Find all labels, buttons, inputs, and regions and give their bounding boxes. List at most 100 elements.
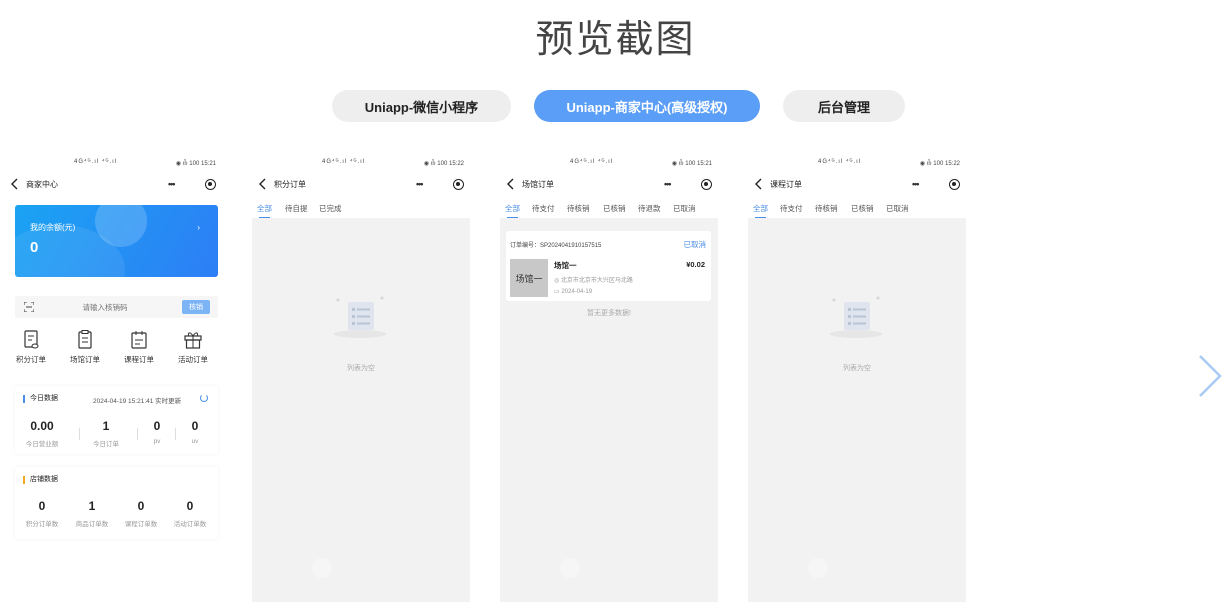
stat-today-orders: 1 今日订单 bbox=[93, 419, 119, 448]
carousel-next-button[interactable] bbox=[1196, 352, 1224, 400]
close-miniprogram-icon[interactable] bbox=[453, 179, 464, 190]
tab-verified[interactable]: 已核销 bbox=[603, 203, 626, 214]
nav-title: 商家中心 bbox=[26, 180, 58, 189]
more-icon[interactable]: ••• bbox=[664, 179, 672, 189]
stat-goods-orders: 1 商品订单数 bbox=[75, 499, 109, 528]
order-status-tabs: 全部 待支付 待核销 已核销 已取消 bbox=[748, 198, 966, 218]
tab-cancelled[interactable]: 已取消 bbox=[673, 203, 696, 214]
signal-icon: 4G⁴ᴳ.ıl ⁴ᴳ.ıl bbox=[322, 159, 366, 165]
nav-title: 积分订单 bbox=[274, 180, 306, 189]
order-number: 订单编号：SP2024041910157515 bbox=[510, 243, 602, 249]
status-right: ◉ ıÎı 100 15:21 bbox=[176, 160, 216, 167]
status-bar: 4G⁴ᴳ.ıl ⁴ᴳ.ıl ◉ ıÎı 100 15:22 bbox=[748, 156, 966, 172]
tab-cancelled[interactable]: 已取消 bbox=[886, 203, 909, 214]
status-time: 15:22 bbox=[448, 161, 464, 167]
today-timestamp: 2024-04-19 15:21:41 实时更新 bbox=[93, 398, 182, 405]
status-right: ◉ ıÎı 100 15:22 bbox=[424, 160, 464, 167]
stat-pv: 0 pv bbox=[153, 419, 161, 445]
tab-completed[interactable]: 已完成 bbox=[319, 203, 342, 214]
today-data-title: 今日数据 bbox=[23, 395, 58, 403]
tab-pending-verify[interactable]: 待核销 bbox=[815, 203, 838, 214]
more-icon[interactable]: ••• bbox=[168, 179, 176, 189]
close-miniprogram-icon[interactable] bbox=[205, 179, 216, 190]
status-time: 15:21 bbox=[200, 161, 216, 167]
empty-list-icon bbox=[830, 296, 882, 338]
empty-list-icon bbox=[334, 296, 386, 338]
points-order-icon bbox=[24, 330, 39, 349]
order-card[interactable]: 订单编号：SP2024041910157515 已取消 场馆一 场馆一 ¥0.0… bbox=[506, 231, 711, 301]
nav-title: 课程订单 bbox=[770, 180, 802, 189]
phone-merchant-center: 4G⁴ᴳ.ıl ⁴ᴳ.ıl ◉ ıÎı 100 15:21 商家中心 ••• 我… bbox=[4, 156, 222, 602]
shortcut-course-orders[interactable]: 课程订单 bbox=[112, 330, 166, 365]
shop-data-card: 店铺数据 0 积分订单数 1 商品订单数 0 课程订单数 0 活动订单数 bbox=[15, 467, 218, 539]
capsule-menu: ••• bbox=[164, 177, 216, 193]
tab-pending-refund[interactable]: 待退款 bbox=[638, 203, 661, 214]
preview-tabs: Uniapp-微信小程序 Uniapp-商家中心(高级授权) 后台管理 bbox=[0, 90, 1231, 122]
back-icon[interactable] bbox=[754, 178, 764, 190]
stat-today-revenue: 0.00 今日营业额 bbox=[25, 419, 59, 448]
scan-icon[interactable] bbox=[24, 302, 34, 312]
order-status-tabs: 全部 待支付 待核销 已核销 待退款 已取消 bbox=[500, 198, 718, 218]
balance-amount: 0 bbox=[30, 239, 39, 256]
nav-bar: 场馆订单 ••• bbox=[500, 174, 718, 196]
tab-pending-verify[interactable]: 待核销 bbox=[567, 203, 590, 214]
tab-all[interactable]: 全部 bbox=[505, 203, 520, 218]
venue-address: ◎ 北京市北京市大兴区马北路 bbox=[554, 278, 633, 284]
empty-list-text: 列表为空 bbox=[843, 365, 871, 372]
back-icon[interactable] bbox=[258, 178, 268, 190]
back-icon[interactable] bbox=[506, 178, 516, 190]
page-title: 预览截图 bbox=[535, 19, 696, 61]
stat-course-orders: 0 课程订单数 bbox=[124, 499, 158, 528]
tab-merchant-center[interactable]: Uniapp-商家中心(高级授权) bbox=[534, 90, 760, 122]
tab-all[interactable]: 全部 bbox=[257, 203, 272, 218]
watermark-logo bbox=[808, 556, 928, 582]
venue-name: 场馆一 bbox=[554, 261, 577, 270]
status-time: 15:22 bbox=[944, 161, 960, 167]
more-icon[interactable]: ••• bbox=[912, 179, 920, 189]
tab-all[interactable]: 全部 bbox=[753, 203, 768, 218]
stat-points-orders: 0 积分订单数 bbox=[25, 499, 59, 528]
battery-icon: ◉ ıÎı 100 bbox=[919, 161, 944, 167]
nav-bar: 商家中心 ••• bbox=[4, 174, 222, 196]
verify-code-input[interactable] bbox=[55, 300, 155, 314]
stat-event-orders: 0 活动订单数 bbox=[173, 499, 207, 528]
capsule-menu: ••• bbox=[412, 177, 464, 193]
tab-pending-payment[interactable]: 待支付 bbox=[780, 203, 803, 214]
tab-admin[interactable]: 后台管理 bbox=[783, 90, 905, 122]
balance-card[interactable]: 我的余额(元) 0 › bbox=[15, 205, 218, 277]
phone-points-orders: 4G⁴ᴳ.ıl ⁴ᴳ.ıl ◉ ıÎı 100 15:22 积分订单 ••• 全… bbox=[252, 156, 470, 602]
shop-data-title: 店铺数据 bbox=[23, 476, 58, 484]
more-icon[interactable]: ••• bbox=[416, 179, 424, 189]
tab-pending-payment[interactable]: 待支付 bbox=[532, 203, 555, 214]
close-miniprogram-icon[interactable] bbox=[701, 179, 712, 190]
tab-wechat-miniprogram[interactable]: Uniapp-微信小程序 bbox=[332, 90, 511, 122]
back-icon[interactable] bbox=[10, 178, 20, 190]
shortcut-label: 场馆订单 bbox=[70, 355, 100, 364]
empty-list-text: 列表为空 bbox=[347, 365, 375, 372]
tab-verified[interactable]: 已核销 bbox=[851, 203, 874, 214]
shortcut-label: 课程订单 bbox=[124, 355, 154, 364]
stat-uv: 0 uv bbox=[191, 419, 199, 445]
watermark-logo bbox=[560, 556, 680, 582]
venue-order-icon bbox=[78, 330, 92, 349]
tab-pending-pickup[interactable]: 待自提 bbox=[285, 203, 308, 214]
capsule-menu: ••• bbox=[908, 177, 960, 193]
shortcut-event-orders[interactable]: 活动订单 bbox=[166, 330, 220, 365]
shortcut-label: 活动订单 bbox=[178, 355, 208, 364]
signal-icon: 4G⁴ᴳ.ıl ⁴ᴳ.ıl bbox=[818, 159, 862, 165]
chevron-right-icon bbox=[1199, 355, 1222, 397]
nav-bar: 积分订单 ••• bbox=[252, 174, 470, 196]
close-miniprogram-icon[interactable] bbox=[949, 179, 960, 190]
refresh-icon[interactable] bbox=[200, 394, 208, 402]
venue-thumbnail: 场馆一 bbox=[510, 259, 548, 297]
shortcut-points-orders[interactable]: 积分订单 bbox=[4, 330, 58, 365]
order-status: 已取消 bbox=[683, 240, 707, 249]
balance-label: 我的余额(元) bbox=[30, 223, 76, 232]
chevron-right-icon: › bbox=[197, 223, 200, 232]
shortcut-label: 积分订单 bbox=[16, 355, 46, 364]
battery-icon: ◉ ıÎı 100 bbox=[175, 161, 200, 167]
verify-button[interactable]: 核销 bbox=[182, 300, 210, 314]
shortcut-venue-orders[interactable]: 场馆订单 bbox=[58, 330, 112, 365]
verify-code-bar: 核销 bbox=[15, 296, 218, 318]
battery-icon: ◉ ıÎı 100 bbox=[671, 161, 696, 167]
